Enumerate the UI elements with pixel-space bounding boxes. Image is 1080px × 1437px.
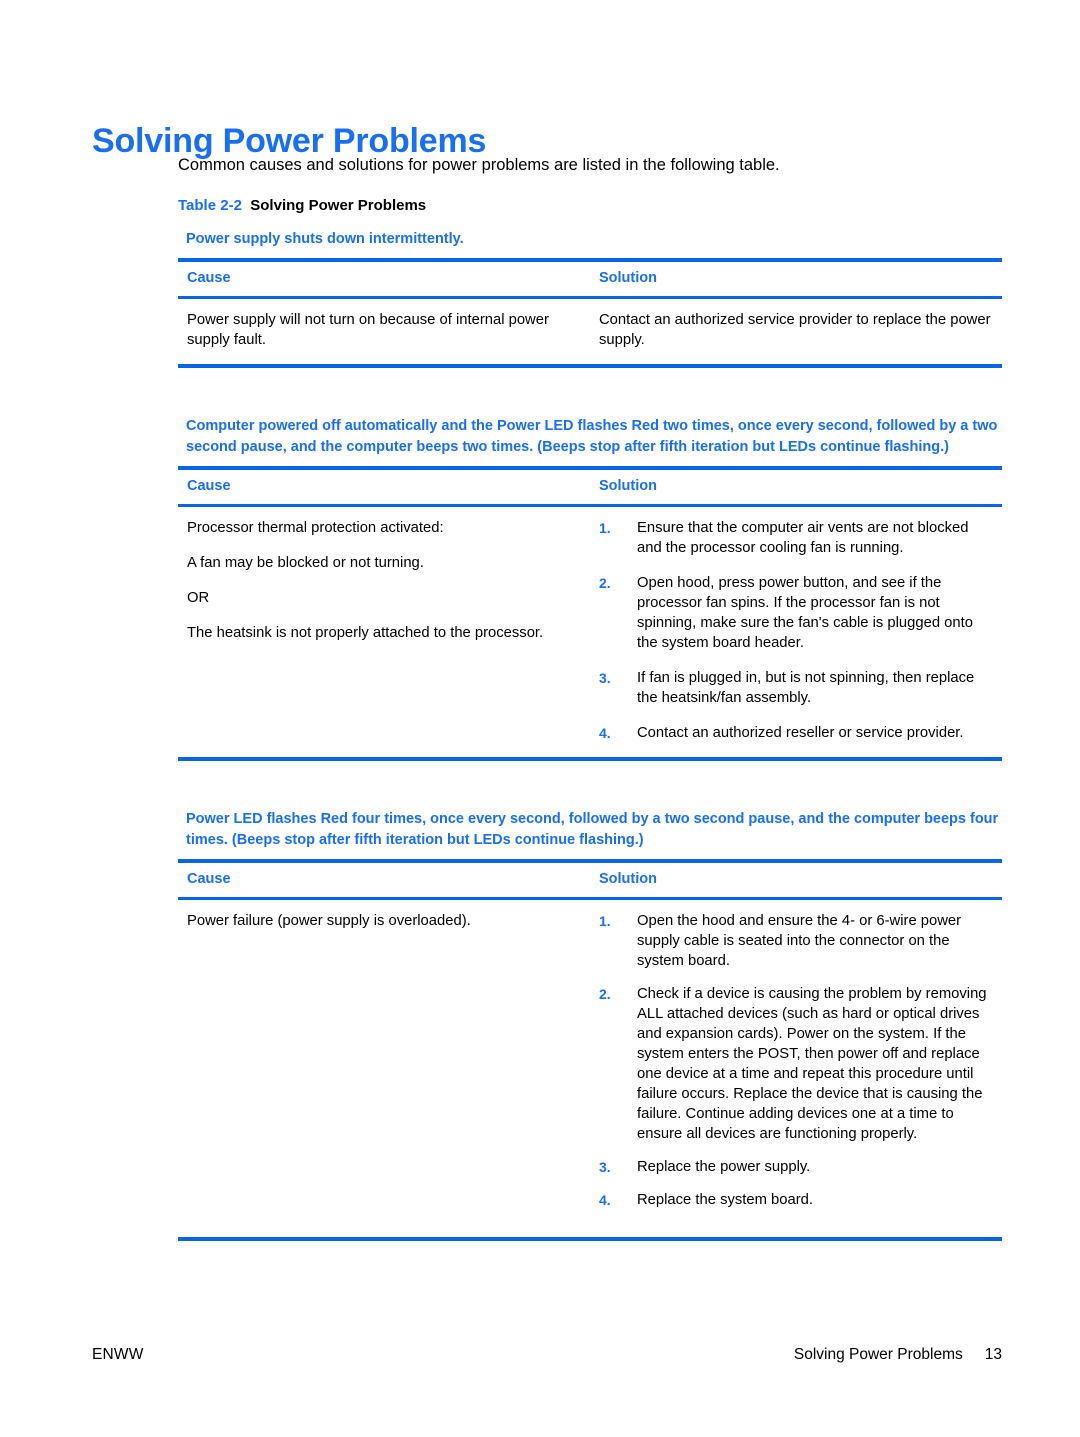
cause-cell: Processor thermal protection activated: … (178, 518, 590, 643)
solution-step: 1. Open the hood and ensure the 4- or 6-… (599, 911, 996, 971)
page-footer: ENWW Solving Power Problems 13 (92, 1346, 1002, 1364)
solution-cell: Contact an authorized service provider t… (590, 310, 1002, 350)
page-content: Common causes and solutions for power pr… (178, 155, 1002, 1241)
table-header-row: Cause Solution (178, 470, 1002, 504)
step-text: Replace the system board. (637, 1192, 814, 1208)
footer-language-code: ENWW (92, 1346, 144, 1363)
step-text: Replace the power supply. (637, 1159, 811, 1175)
footer-page-number: 13 (984, 1346, 1002, 1363)
table-bottom-rule (178, 1237, 1002, 1241)
solution-step: 1. Ensure that the computer air vents ar… (599, 518, 996, 558)
table-row: Processor thermal protection activated: … (178, 507, 1002, 757)
step-text: Ensure that the computer air vents are n… (637, 520, 969, 556)
column-header-solution: Solution (599, 478, 657, 494)
column-header-solution: Solution (599, 270, 657, 286)
solution-step: 3. If fan is plugged in, but is not spin… (599, 668, 996, 708)
step-text: Check if a device is causing the problem… (637, 986, 987, 1142)
step-number: 1. (599, 520, 611, 536)
footer-right-group: Solving Power Problems 13 (794, 1346, 1002, 1364)
cause-cell: Power failure (power supply is overloade… (178, 911, 590, 931)
step-number: 3. (599, 1159, 611, 1175)
solution-cell: 1. Ensure that the computer air vents ar… (590, 518, 1002, 743)
solution-step-list: 1. Ensure that the computer air vents ar… (599, 518, 996, 743)
solution-step: 2. Check if a device is causing the prob… (599, 984, 996, 1144)
solution-step: 3. Replace the power supply. (599, 1157, 996, 1177)
table-caption: Table 2-2 Solving Power Problems (178, 196, 1002, 215)
step-text: Contact an authorized reseller or servic… (637, 725, 964, 741)
step-number: 2. (599, 575, 611, 591)
cause-paragraph: A fan may be blocked or not turning. (187, 555, 424, 571)
document-page: Solving Power Problems Common causes and… (0, 0, 1080, 1437)
problem-table-title: Power supply shuts down intermittently. (186, 231, 464, 247)
intro-paragraph: Common causes and solutions for power pr… (178, 156, 780, 174)
step-number: 1. (599, 913, 611, 929)
step-number: 2. (599, 986, 611, 1002)
table-caption-title: Solving Power Problems (250, 197, 427, 214)
table-caption-label: Table 2-2 (178, 197, 242, 214)
solution-step: 4. Replace the system board. (599, 1190, 996, 1210)
problem-table: Power supply shuts down intermittently. … (178, 229, 1002, 368)
step-text: If fan is plugged in, but is not spinnin… (637, 670, 975, 706)
step-text: Open the hood and ensure the 4- or 6-wir… (637, 913, 962, 969)
cause-cell: Power supply will not turn on because of… (178, 310, 590, 350)
cause-paragraph: Power supply will not turn on because of… (187, 312, 549, 348)
cause-paragraph: The heatsink is not properly attached to… (187, 625, 544, 641)
column-header-cause: Cause (187, 871, 231, 887)
column-header-cause: Cause (187, 270, 231, 286)
step-number: 4. (599, 1192, 611, 1208)
step-number: 3. (599, 670, 611, 686)
column-header-solution: Solution (599, 871, 657, 887)
problem-table: Power LED flashes Red four times, once e… (178, 809, 1002, 1241)
solution-step: 2. Open hood, press power button, and se… (599, 573, 996, 653)
table-header-row: Cause Solution (178, 262, 1002, 296)
cause-paragraph: Processor thermal protection activated: (187, 520, 444, 536)
cause-paragraph: OR (187, 590, 210, 606)
solution-step: 4. Contact an authorized reseller or ser… (599, 723, 996, 743)
step-number: 4. (599, 725, 611, 741)
table-row: Power failure (power supply is overloade… (178, 900, 1002, 1237)
solution-step-list: 1. Open the hood and ensure the 4- or 6-… (599, 911, 996, 1210)
table-header-row: Cause Solution (178, 863, 1002, 897)
column-header-cause: Cause (187, 478, 231, 494)
cause-paragraph: Power failure (power supply is overloade… (187, 913, 471, 929)
solution-paragraph: Contact an authorized service provider t… (599, 312, 991, 348)
problem-table-title: Computer powered off automatically and t… (186, 418, 998, 455)
table-row: Power supply will not turn on because of… (178, 299, 1002, 364)
step-text: Open hood, press power button, and see i… (637, 575, 973, 651)
table-bottom-rule (178, 364, 1002, 368)
footer-section-name: Solving Power Problems (793, 1346, 963, 1363)
table-bottom-rule (178, 757, 1002, 761)
problem-table-title: Power LED flashes Red four times, once e… (186, 811, 999, 848)
solution-cell: 1. Open the hood and ensure the 4- or 6-… (590, 911, 1002, 1223)
problem-table: Computer powered off automatically and t… (178, 416, 1002, 761)
